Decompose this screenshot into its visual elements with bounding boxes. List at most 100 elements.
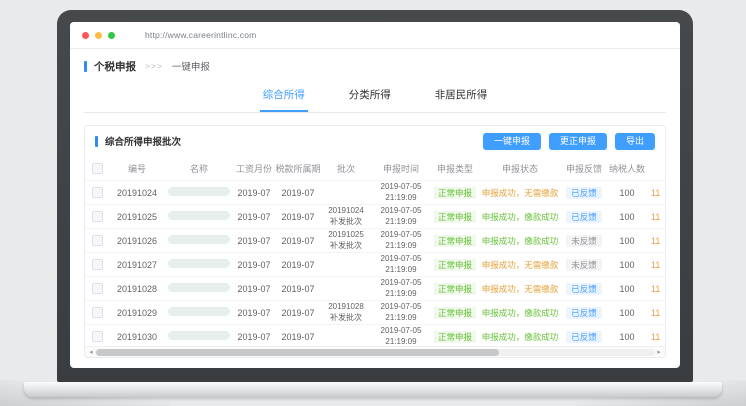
cell-tax-period: 2019-07: [275, 308, 321, 318]
row-checkbox[interactable]: [92, 259, 103, 270]
table-row: 20191024 2019-07 2019-07 2019-07-05 21:1…: [85, 180, 666, 204]
tab-classified-income[interactable]: 分类所得: [346, 81, 394, 112]
select-all-checkbox[interactable]: [92, 163, 103, 174]
declare-type-tag: 正常申报: [434, 307, 476, 319]
row-checkbox[interactable]: [92, 283, 103, 294]
col-header-declare-feedback: 申报反馈: [561, 162, 607, 175]
income-type-tabs: 综合所得 分类所得 非居民所得: [84, 81, 666, 113]
horizontal-scrollbar: ◂ ▸: [85, 346, 665, 357]
table-row: 20191030 2019-07 2019-07 2019-07-05 21:1…: [85, 324, 666, 348]
cell-salary-month: 2019-07: [233, 188, 275, 198]
cell-batch: 20191025 补发批次: [321, 230, 371, 251]
row-checkbox[interactable]: [92, 211, 103, 222]
cell-declare-feedback: 已反馈: [561, 283, 607, 295]
cell-tax-period: 2019-07: [275, 236, 321, 246]
feedback-badge: 未反馈: [566, 259, 602, 271]
one-click-declare-button[interactable]: 一键申报: [483, 133, 541, 150]
cell-declare-status: 申报成功，缴款成功: [479, 331, 561, 343]
col-header-declare-time: 申报时间: [371, 162, 431, 175]
maximize-window-icon[interactable]: [108, 32, 115, 39]
scrollbar-track[interactable]: [95, 349, 655, 356]
row-checkbox[interactable]: [92, 187, 103, 198]
cell-taxpayer-count: 100: [607, 188, 647, 198]
table-row: 20191026 2019-07 2019-07 20191025 补发批次 2…: [85, 228, 666, 252]
table-row: 20191025 2019-07 2019-07 20191024 补发批次 2…: [85, 204, 666, 228]
name-placeholder-bar: [168, 187, 230, 196]
cell-declare-time: 2019-07-05 21:19:09: [371, 230, 431, 251]
declare-type-tag: 正常申报: [434, 283, 476, 295]
cell-declare-time: 2019-07-05 21:19:09: [371, 326, 431, 347]
cell-salary-month: 2019-07: [233, 332, 275, 342]
feedback-badge: 已反馈: [566, 283, 602, 295]
laptop-screen-bezel: http://www.careerintlinc.com 个税申报 >>> 一键…: [57, 10, 693, 382]
cell-id: 20191026: [109, 236, 165, 246]
feedback-badge: 未反馈: [566, 235, 602, 247]
col-header-batch: 批次: [321, 162, 371, 175]
section-marker-bar: [84, 61, 87, 72]
cell-declare-type: 正常申报: [431, 307, 479, 319]
row-checkbox[interactable]: [92, 307, 103, 318]
scrollbar-thumb[interactable]: [96, 349, 499, 356]
cell-taxpayer-count: 100: [607, 284, 647, 294]
cell-batch: 20191024 补发批次: [321, 206, 371, 227]
cell-declare-status: 申报成功，无需缴款: [479, 187, 561, 199]
cell-declare-status: 申报成功，无需缴款: [479, 283, 561, 295]
address-bar[interactable]: http://www.careerintlinc.com: [145, 30, 256, 40]
name-placeholder-bar: [168, 211, 230, 220]
cell-id: 20191024: [109, 188, 165, 198]
declare-type-tag: 正常申报: [434, 259, 476, 271]
feedback-badge: 已反馈: [566, 211, 602, 223]
cell-declare-time: 2019-07-05 21:19:09: [371, 206, 431, 227]
table-row: 20191028 2019-07 2019-07 2019-07-05 21:1…: [85, 276, 666, 300]
row-checkbox[interactable]: [92, 235, 103, 246]
cell-tax-period: 2019-07: [275, 260, 321, 270]
cell-taxpayer-count: 100: [607, 308, 647, 318]
name-placeholder-bar: [168, 283, 230, 292]
cell-id: 20191028: [109, 284, 165, 294]
export-button[interactable]: 导出: [615, 133, 655, 150]
cell-clipped-column: 11: [647, 308, 666, 318]
declare-type-tag: 正常申报: [434, 331, 476, 343]
row-checkbox[interactable]: [92, 331, 103, 342]
breadcrumb-section: 个税申报: [94, 59, 136, 74]
declare-type-tag: 正常申报: [434, 211, 476, 223]
cell-declare-feedback: 已反馈: [561, 307, 607, 319]
declare-type-tag: 正常申报: [434, 187, 476, 199]
cell-declare-status: 申报成功，无需缴款: [479, 259, 561, 271]
cell-id: 20191027: [109, 260, 165, 270]
declare-type-tag: 正常申报: [434, 235, 476, 247]
cell-tax-period: 2019-07: [275, 212, 321, 222]
breadcrumb-separator: >>>: [145, 61, 163, 71]
cell-clipped-column: 11: [647, 332, 666, 342]
minimize-window-icon[interactable]: [95, 32, 102, 39]
table-row: 20191027 2019-07 2019-07 2019-07-05 21:1…: [85, 252, 666, 276]
cell-tax-period: 2019-07: [275, 188, 321, 198]
cell-declare-type: 正常申报: [431, 211, 479, 223]
close-window-icon[interactable]: [82, 32, 89, 39]
tab-nonresident-income[interactable]: 非居民所得: [432, 81, 491, 112]
tab-comprehensive-income[interactable]: 综合所得: [260, 81, 308, 112]
cell-clipped-column: 11: [647, 236, 666, 246]
scroll-left-icon[interactable]: ◂: [87, 349, 95, 356]
panel-header: 综合所得申报批次 一键申报 更正申报 导出: [85, 126, 665, 156]
feedback-badge: 已反馈: [566, 187, 602, 199]
col-header-taxpayer-count: 纳税人数: [607, 162, 647, 175]
cell-id: 20191029: [109, 308, 165, 318]
cell-declare-feedback: 未反馈: [561, 235, 607, 247]
scroll-right-icon[interactable]: ▸: [655, 349, 663, 356]
name-placeholder-bar: [168, 235, 230, 244]
cell-declare-time: 2019-07-05 21:19:09: [371, 182, 431, 203]
feedback-badge: 已反馈: [566, 331, 602, 343]
cell-salary-month: 2019-07: [233, 236, 275, 246]
cell-declare-status: 申报成功，缴款成功: [479, 307, 561, 319]
cell-taxpayer-count: 100: [607, 236, 647, 246]
cell-declare-feedback: 已反馈: [561, 211, 607, 223]
declaration-batch-panel: 综合所得申报批次 一键申报 更正申报 导出 编号 名称 工资月份 税款所属期: [84, 125, 666, 358]
correct-declare-button[interactable]: 更正申报: [549, 133, 607, 150]
cell-salary-month: 2019-07: [233, 260, 275, 270]
cell-declare-status: 申报成功，缴款成功: [479, 235, 561, 247]
cell-declare-type: 正常申报: [431, 331, 479, 343]
cell-declare-type: 正常申报: [431, 259, 479, 271]
cell-salary-month: 2019-07: [233, 308, 275, 318]
cell-taxpayer-count: 100: [607, 212, 647, 222]
